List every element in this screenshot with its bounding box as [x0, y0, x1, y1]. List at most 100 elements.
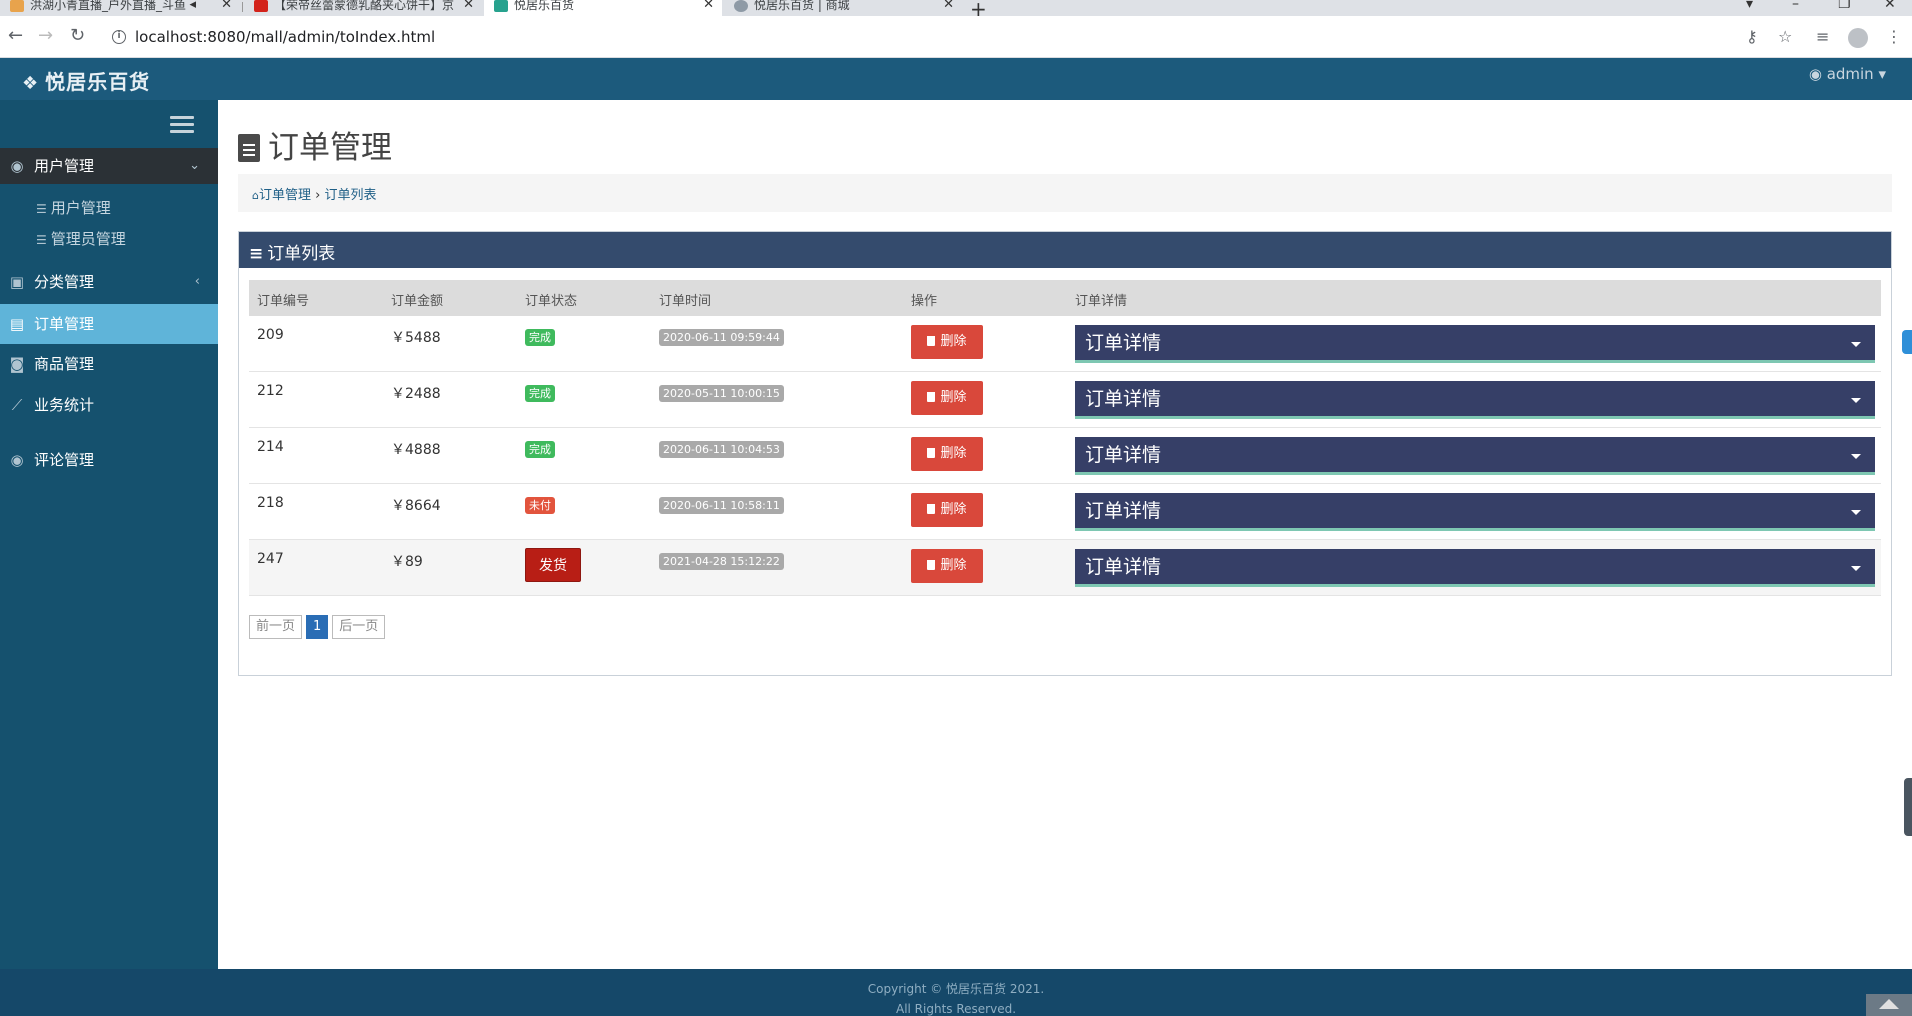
delete-button[interactable]: 删除: [911, 325, 983, 359]
browser-tab[interactable]: 【荣帝丝蕾蒙德乳酪夹心饼干】京 ✕: [244, 0, 482, 16]
sidebar-item-user-management[interactable]: ◉ 用户管理 ⌄: [0, 148, 218, 184]
order-detail-dropdown[interactable]: 订单详情: [1075, 325, 1875, 363]
order-id: 214: [257, 439, 284, 455]
reload-icon[interactable]: ↻: [70, 26, 85, 46]
forward-icon[interactable]: →: [38, 26, 53, 46]
line-chart-icon: ⟋: [11, 396, 23, 414]
pagination: 前一页 1 后一页: [249, 615, 389, 639]
close-tab-icon[interactable]: ✕: [463, 0, 474, 11]
browser-tab[interactable]: 悦居乐百货 | 商城 ✕: [724, 0, 962, 16]
time-badge: 2021-04-28 15:12:22: [659, 553, 784, 570]
caret-down-icon: [1851, 342, 1861, 347]
browser-tab-bar: 洪湖小青直播_户外直播_斗鱼 ◂ ✕ 【荣帝丝蕾蒙德乳酪夹心饼干】京 ✕ 悦居乐…: [0, 0, 1912, 21]
col-action: 操作: [911, 294, 938, 309]
brand[interactable]: ❖ 悦居乐百货: [22, 66, 150, 95]
chevron-down-icon: ⌄: [189, 158, 200, 173]
order-detail-dropdown[interactable]: 订单详情: [1075, 437, 1875, 475]
browser-tab-active[interactable]: 悦居乐百货 ✕: [484, 0, 722, 16]
browser-tab[interactable]: 洪湖小青直播_户外直播_斗鱼 ◂ ✕: [0, 0, 240, 16]
menu-toggle-icon[interactable]: [170, 116, 194, 137]
home-icon: ⌂: [252, 189, 259, 202]
close-tab-icon[interactable]: ✕: [703, 0, 714, 11]
sidebar-subitem-admins[interactable]: ☰ 管理员管理: [36, 228, 126, 249]
table-header: 订单编号 订单金额 订单状态 订单时间 操作 订单详情: [249, 280, 1881, 316]
tab-search-icon[interactable]: ▾: [1746, 0, 1753, 12]
caret-down-icon: [1851, 510, 1861, 515]
app-header: ❖ 悦居乐百货 ◉ admin ▾: [0, 58, 1912, 100]
col-order-id: 订单编号: [257, 294, 310, 309]
trash-icon: [927, 448, 936, 458]
sidebar: ◉ 用户管理 ⌄ ☰ 用户管理 ☰ 管理员管理 ▣ 分类管理 ‹ ▤ 订单管理 ◙ 商品管理…: [0, 100, 218, 969]
time-badge: 2020-05-11 10:00:15: [659, 385, 784, 402]
delete-button[interactable]: 删除: [911, 381, 983, 415]
order-id: 212: [257, 383, 284, 399]
close-window-icon[interactable]: ✕: [1884, 0, 1896, 12]
sidebar-item-category[interactable]: ▣ 分类管理 ‹: [0, 264, 218, 300]
order-amount: ￥2488: [391, 386, 441, 402]
cubes-logo-icon: ❖: [22, 73, 40, 94]
delete-button[interactable]: 删除: [911, 549, 983, 583]
list-icon: ☰: [36, 202, 47, 216]
url-input[interactable]: localhost:8080/mall/admin/toIndex.html: [135, 28, 435, 46]
table-row: 247 ￥89 发货 2021-04-28 15:12:22 删除 订单详情: [249, 540, 1881, 596]
trash-icon: [927, 560, 936, 570]
order-detail-dropdown[interactable]: 订单详情: [1075, 549, 1875, 587]
sidebar-subitem-users[interactable]: ☰ 用户管理: [36, 197, 111, 218]
chevron-left-icon: ‹: [194, 274, 200, 289]
order-id: 247: [257, 551, 284, 567]
list-icon: ☰: [36, 233, 47, 247]
trash-icon: [927, 504, 936, 514]
site-favicon-icon: [494, 0, 508, 12]
sidebar-item-products[interactable]: ◙ 商品管理: [0, 346, 218, 382]
key-icon[interactable]: ⚷: [1746, 27, 1758, 46]
copyright-text: Copyright © 悦居乐百货 2021.: [867, 982, 1045, 996]
side-panel-handle[interactable]: [1904, 778, 1912, 836]
page-title: 订单管理: [238, 122, 392, 167]
order-detail-dropdown[interactable]: 订单详情: [1075, 381, 1875, 419]
breadcrumb-link-order-list[interactable]: 订单列表: [324, 188, 376, 203]
bookmark-star-icon[interactable]: ☆: [1778, 27, 1792, 46]
ship-button[interactable]: 发货: [525, 548, 581, 582]
file-icon: ▤: [9, 315, 25, 333]
site-info-icon[interactable]: i: [112, 30, 126, 44]
maximize-icon[interactable]: ❐: [1838, 0, 1851, 12]
profile-avatar-icon[interactable]: [1848, 28, 1868, 48]
order-detail-dropdown[interactable]: 订单详情: [1075, 493, 1875, 531]
scroll-to-top-icon[interactable]: [1866, 994, 1912, 1016]
close-tab-icon[interactable]: ✕: [221, 0, 232, 11]
globe-favicon-icon: [734, 0, 748, 12]
time-badge: 2020-06-11 10:58:11: [659, 497, 784, 514]
brand-name: 悦居乐百货: [45, 70, 151, 94]
next-page-button[interactable]: 后一页: [332, 615, 386, 639]
user-icon: ◉: [1808, 65, 1822, 83]
image-icon: ▣: [9, 273, 25, 291]
delete-button[interactable]: 删除: [911, 493, 983, 527]
col-status: 订单状态: [525, 294, 578, 309]
prev-page-button[interactable]: 前一页: [249, 615, 303, 639]
audio-icon[interactable]: ◂: [189, 0, 196, 11]
orders-table: 订单编号 订单金额 订单状态 订单时间 操作 订单详情 209 ￥5488 完成…: [249, 280, 1881, 596]
close-tab-icon[interactable]: ✕: [943, 0, 954, 11]
back-icon[interactable]: ←: [8, 26, 23, 46]
time-badge: 2020-06-11 09:59:44: [659, 329, 784, 346]
col-time: 订单时间: [659, 294, 712, 309]
breadcrumb-link-orders[interactable]: 订单管理: [259, 188, 311, 203]
floating-tab-icon[interactable]: [1902, 330, 1912, 354]
document-icon: [238, 134, 260, 162]
rights-text: All Rights Reserved.: [895, 1002, 1017, 1016]
footer: Copyright © 悦居乐百货 2021. All Rights Reser…: [0, 969, 1912, 1016]
menu-dots-icon[interactable]: ⋮: [1886, 27, 1902, 46]
table-row: 212 ￥2488 完成 2020-05-11 10:00:15 删除 订单详情: [249, 372, 1881, 428]
reading-list-icon[interactable]: ≡: [1816, 27, 1829, 46]
jd-favicon-icon: [254, 0, 268, 12]
delete-button[interactable]: 删除: [911, 437, 983, 471]
sidebar-item-reviews[interactable]: ◉ 评论管理: [0, 442, 218, 478]
page-number-button[interactable]: 1: [306, 615, 329, 639]
user-menu[interactable]: ◉ admin ▾: [1809, 65, 1886, 83]
table-row: 214 ￥4888 完成 2020-06-11 10:04:53 删除 订单详情: [249, 428, 1881, 484]
minimize-icon[interactable]: –: [1792, 0, 1799, 12]
sidebar-item-orders[interactable]: ▤ 订单管理: [0, 304, 218, 344]
caret-down-icon: [1851, 398, 1861, 403]
sidebar-item-statistics[interactable]: ⟋ 业务统计: [0, 387, 218, 423]
order-amount: ￥4888: [391, 442, 441, 458]
